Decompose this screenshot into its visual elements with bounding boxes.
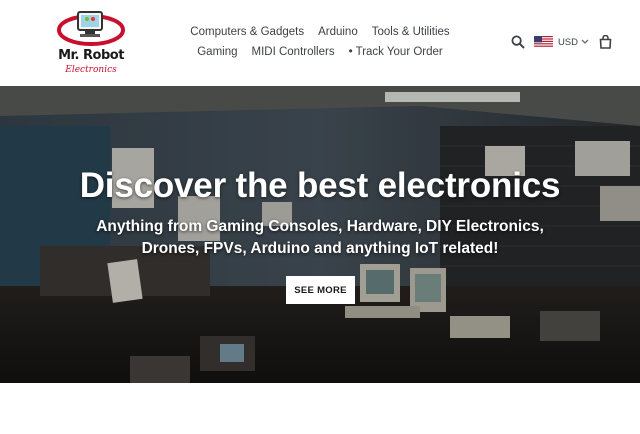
chevron-down-icon[interactable]: [581, 39, 589, 45]
nav-row-2: Gaming MIDI Controllers • Track Your Ord…: [180, 42, 460, 62]
header-tools: USD: [511, 33, 612, 51]
nav-item-track-order[interactable]: • Track Your Order: [349, 46, 443, 58]
nav-item-tools-utilities[interactable]: Tools & Utilities: [372, 26, 450, 38]
hero-banner: Discover the best electronics Anything f…: [0, 86, 640, 383]
search-icon[interactable]: [511, 35, 525, 49]
brand-name: Mr. Robot: [58, 48, 124, 63]
us-flag-icon[interactable]: [533, 36, 553, 48]
currency-selector[interactable]: USD: [558, 37, 578, 48]
nav-item-gaming[interactable]: Gaming: [197, 46, 237, 58]
nav-item-computers-gadgets[interactable]: Computers & Gadgets: [190, 26, 304, 38]
hero-title: Discover the best electronics: [79, 166, 561, 205]
brand-subname: Electronics: [65, 65, 117, 75]
cart-icon[interactable]: [599, 35, 612, 49]
main-nav: Computers & Gadgets Arduino Tools & Util…: [180, 22, 460, 62]
brand-logo[interactable]: Mr. Robot Electronics: [52, 8, 130, 78]
site-header: Mr. Robot Electronics Computers & Gadget…: [0, 0, 640, 86]
see-more-button[interactable]: SEE MORE: [286, 276, 355, 304]
hero-subtitle: Anything from Gaming Consoles, Hardware,…: [96, 218, 544, 257]
nav-item-arduino[interactable]: Arduino: [318, 26, 358, 38]
robot-monitor-logo-icon: [57, 11, 125, 46]
nav-item-midi-controllers[interactable]: MIDI Controllers: [252, 46, 335, 58]
nav-row-1: Computers & Gadgets Arduino Tools & Util…: [180, 22, 460, 42]
